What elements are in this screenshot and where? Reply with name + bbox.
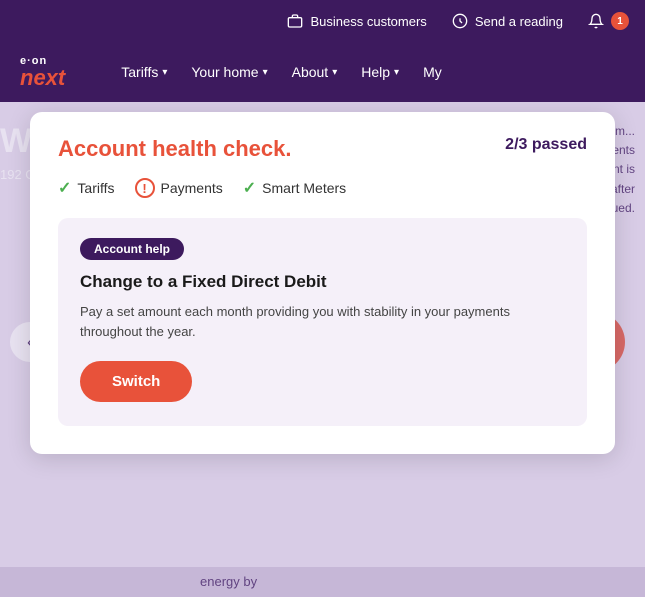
business-customers-label: Business customers	[310, 14, 426, 29]
main-content: Wo... 192 G... t paym... payments ment i…	[0, 102, 645, 597]
send-reading-link[interactable]: Send a reading	[451, 12, 563, 30]
nav-bar: e·on next Tariffs ▾ Your home ▾ About ▾ …	[0, 42, 645, 102]
account-help-card: Account help Change to a Fixed Direct De…	[58, 218, 587, 426]
inner-card-desc: Pay a set amount each month providing yo…	[80, 302, 565, 341]
logo[interactable]: e·on next	[20, 56, 65, 89]
inner-card-title: Change to a Fixed Direct Debit	[80, 272, 565, 292]
nav-items: Tariffs ▾ Your home ▾ About ▾ Help ▾ My	[113, 60, 625, 84]
check-smart-meters-label: Smart Meters	[262, 180, 346, 196]
briefcase-icon	[286, 12, 304, 30]
chevron-down-icon: ▾	[162, 67, 167, 78]
send-reading-label: Send a reading	[475, 14, 563, 29]
chevron-down-icon: ▾	[332, 67, 337, 78]
check-tariffs-label: Tariffs	[77, 180, 114, 196]
check-smart-meters: ✓ Smart Meters	[243, 178, 346, 198]
nav-your-home-label: Your home	[191, 64, 258, 80]
nav-item-tariffs[interactable]: Tariffs ▾	[113, 60, 175, 84]
modal-score: 2/3 passed	[505, 136, 587, 154]
nav-item-your-home[interactable]: Your home ▾	[183, 60, 275, 84]
nav-item-help[interactable]: Help ▾	[353, 60, 407, 84]
notification-count: 1	[611, 12, 629, 30]
account-health-modal: Account health check. 2/3 passed ✓ Tarif…	[30, 112, 615, 454]
chevron-down-icon: ▾	[394, 67, 399, 78]
meter-icon	[451, 12, 469, 30]
nav-item-about[interactable]: About ▾	[284, 60, 346, 84]
check-payments: ! Payments	[135, 178, 223, 198]
check-pass-icon: ✓	[243, 178, 256, 198]
nav-about-label: About	[292, 64, 329, 80]
check-payments-label: Payments	[161, 180, 223, 196]
top-bar: Business customers Send a reading 1	[0, 0, 645, 42]
bell-icon	[587, 12, 605, 30]
logo-next: next	[20, 67, 65, 89]
modal-title: Account health check.	[58, 136, 292, 162]
check-tariffs: ✓ Tariffs	[58, 178, 115, 198]
nav-tariffs-label: Tariffs	[121, 64, 158, 80]
business-customers-link[interactable]: Business customers	[286, 12, 426, 30]
notifications-link[interactable]: 1	[587, 12, 629, 30]
check-warning-icon: !	[135, 178, 155, 198]
check-pass-icon: ✓	[58, 178, 71, 198]
modal-checks: ✓ Tariffs ! Payments ✓ Smart Meters	[58, 178, 587, 198]
account-help-badge: Account help	[80, 238, 184, 260]
chevron-down-icon: ▾	[263, 67, 268, 78]
modal-header: Account health check. 2/3 passed	[58, 136, 587, 162]
switch-button[interactable]: Switch	[80, 361, 192, 402]
nav-item-my[interactable]: My	[415, 60, 450, 84]
nav-help-label: Help	[361, 64, 390, 80]
nav-my-label: My	[423, 64, 442, 80]
